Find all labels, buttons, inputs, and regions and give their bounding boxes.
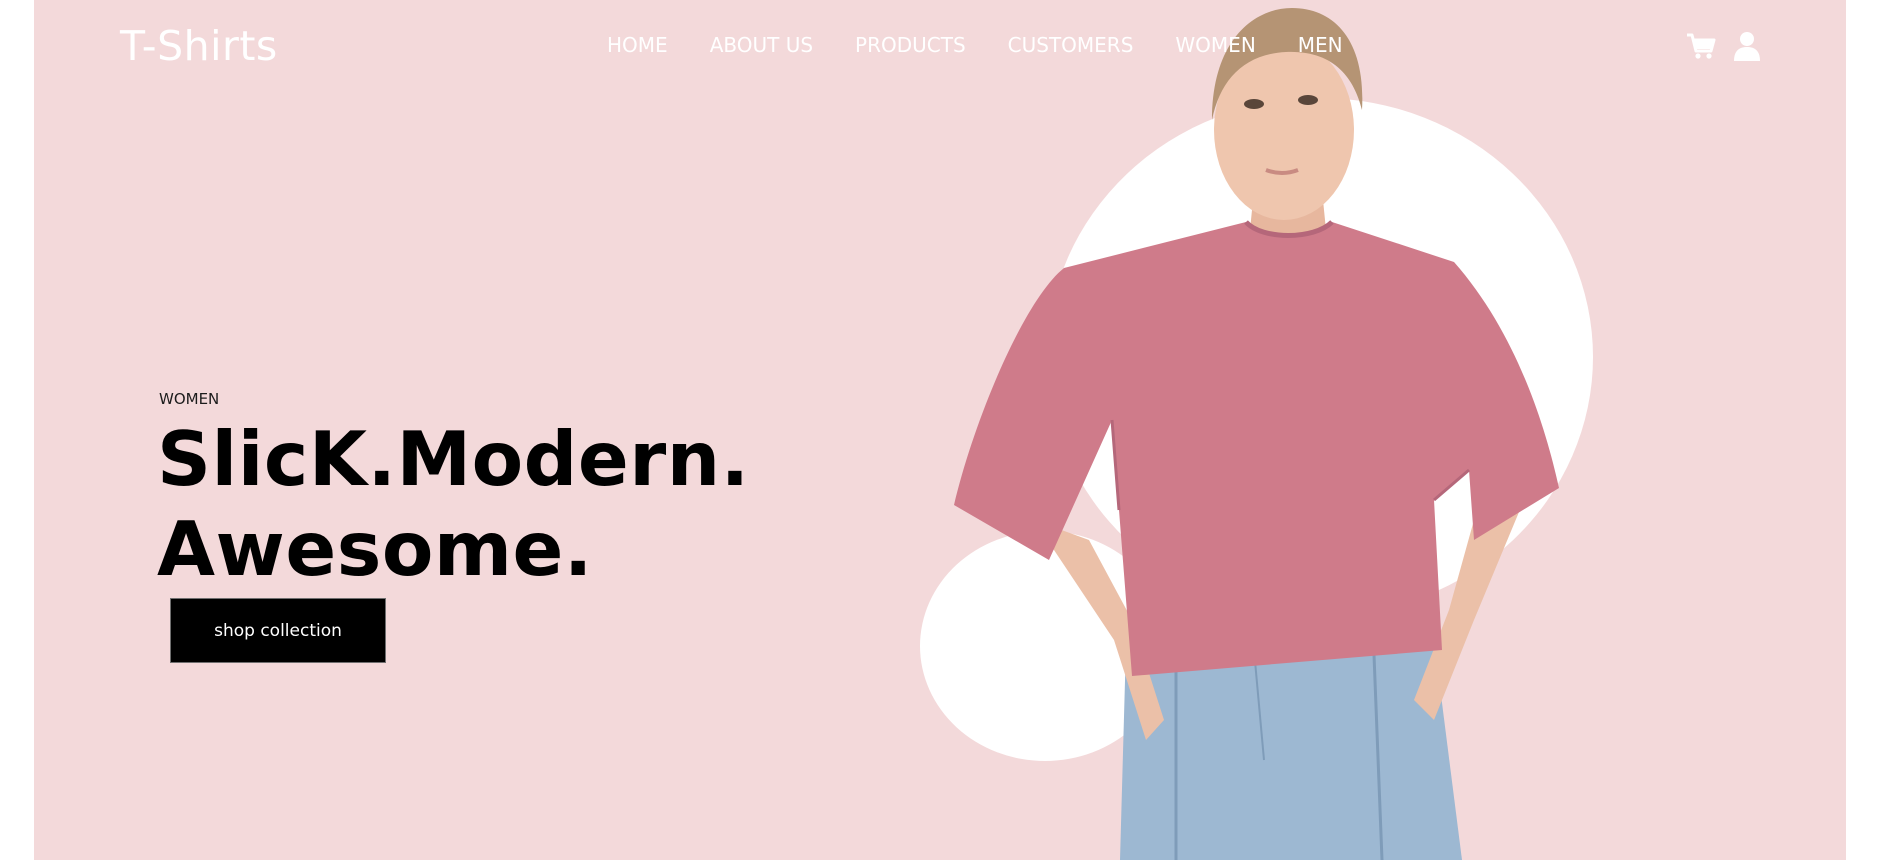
- nav-item-women[interactable]: WOMEN: [1175, 33, 1255, 57]
- shop-collection-button[interactable]: shop collection: [171, 599, 385, 662]
- hero-section: T-Shirts HOME ABOUT US PRODUCTS CUSTOMER…: [34, 0, 1846, 860]
- hero-model-image: [954, 8, 1559, 860]
- nav-item-home[interactable]: HOME: [607, 33, 668, 57]
- nav-item-men[interactable]: MEN: [1298, 33, 1343, 57]
- cart-icon[interactable]: [1685, 30, 1717, 62]
- hero-headline: SlicK.Modern. Awesome.: [157, 414, 750, 594]
- nav-item-customers[interactable]: CUSTOMERS: [1008, 33, 1134, 57]
- user-icon[interactable]: [1731, 30, 1763, 62]
- nav-item-products[interactable]: PRODUCTS: [855, 33, 966, 57]
- main-nav: HOME ABOUT US PRODUCTS CUSTOMERS WOMEN M…: [607, 33, 1343, 57]
- nav-item-about-us[interactable]: ABOUT US: [710, 33, 813, 57]
- header-icons: [1685, 30, 1763, 62]
- hero-headline-line-1: SlicK.Modern.: [157, 415, 750, 503]
- hero-headline-line-2: Awesome.: [157, 505, 593, 593]
- hero-eyebrow: WOMEN: [159, 390, 220, 408]
- site-logo[interactable]: T-Shirts: [120, 22, 278, 70]
